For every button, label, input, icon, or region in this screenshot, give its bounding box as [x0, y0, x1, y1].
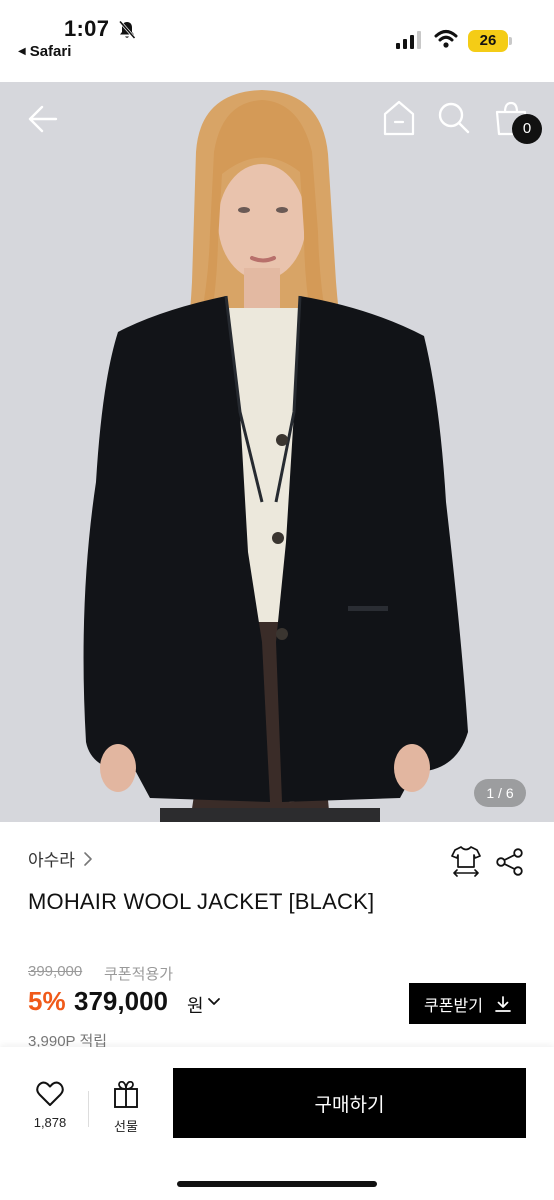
share-icon[interactable]: [496, 848, 524, 876]
bell-slash-icon: [118, 20, 136, 39]
brand-link[interactable]: 아수라: [28, 846, 93, 871]
like-button[interactable]: 1,878: [24, 1081, 76, 1130]
reward-points: 3,990P 적립: [28, 1033, 108, 1047]
search-icon[interactable]: [438, 102, 470, 134]
battery-indicator: 26: [468, 30, 512, 52]
currency-unit: 원: [187, 996, 204, 1016]
cart-count-badge: 0: [512, 114, 542, 144]
signal-icon: [396, 31, 421, 49]
bottom-action-bar: 1,878 선물 구매하기: [0, 1047, 554, 1200]
heart-icon: [36, 1081, 64, 1106]
back-app-label: Safari: [29, 43, 72, 60]
status-bar: 1:07 ◀ Safari 26: [0, 0, 554, 82]
sale-price: 379,000: [74, 986, 168, 1016]
arrow-left-icon[interactable]: [26, 102, 60, 136]
chevron-down-icon[interactable]: [207, 995, 221, 1009]
gift-label: 선물: [114, 1119, 138, 1134]
back-to-safari[interactable]: ◀ Safari: [18, 43, 71, 60]
get-coupon-label: 쿠폰받기: [424, 997, 483, 1015]
product-title: MOHAIR WOOL JACKET [BLACK]: [28, 889, 375, 914]
gift-icon: [114, 1080, 138, 1108]
image-counter: 1 / 6: [474, 779, 526, 807]
original-price: 399,000: [28, 963, 83, 980]
home-icon[interactable]: [382, 100, 416, 136]
brand-name: 아수라: [28, 851, 75, 870]
product-photo: [0, 82, 554, 822]
gift-button[interactable]: 선물: [100, 1080, 152, 1135]
status-time: 1:07: [64, 16, 110, 41]
wifi-icon: [434, 30, 458, 48]
buy-button[interactable]: 구매하기: [173, 1068, 526, 1138]
download-icon: [495, 995, 511, 1012]
like-count: 1,878: [33, 1115, 67, 1130]
product-image-carousel[interactable]: 0 1 / 6: [0, 82, 554, 822]
coupon-price-note: 쿠폰적용가: [104, 966, 174, 983]
get-coupon-button[interactable]: 쿠폰받기: [409, 983, 526, 1024]
divider: [88, 1091, 89, 1127]
size-guide-icon[interactable]: [451, 845, 481, 877]
discount-rate: 5%: [28, 986, 66, 1016]
chevron-right-icon: [84, 851, 92, 866]
home-indicator: [177, 1181, 377, 1187]
back-triangle-icon: ◀: [18, 46, 26, 57]
